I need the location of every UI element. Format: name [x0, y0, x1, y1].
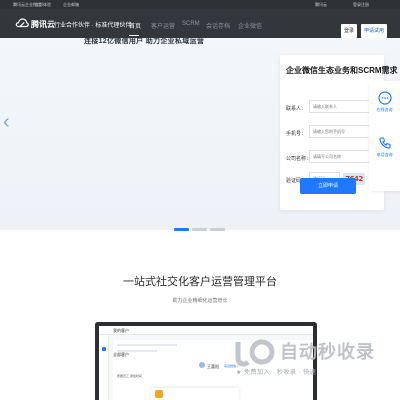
active-nav-indicator: [129, 35, 139, 36]
apply-trial-button[interactable]: 申请试用: [361, 24, 387, 38]
mockup-customer-tag: 来自微信 ✓: [224, 364, 240, 368]
mockup-placeholder-line: [117, 344, 177, 346]
mockup-sidebar-icon: [102, 347, 106, 351]
nav-item-customer-ops[interactable]: 客户运营: [151, 21, 175, 30]
brand-slogan: 行业合作伙伴 · 标准代理伙伴: [54, 23, 132, 29]
section-title: 一站式社交化客户运营管理平台: [123, 276, 277, 288]
topbar-link-2[interactable]: 立即体验: [35, 2, 51, 8]
mockup-avatar: [199, 362, 205, 368]
phone-label: 手机号：: [286, 131, 307, 137]
chat-icon: [377, 91, 392, 105]
captcha-label: 验证码: [286, 178, 302, 184]
hero-carousel: 连接12亿微信用户 助力企业私域运营 ‹ 企业微信生态业务和SCRM需求 联系人…: [0, 38, 400, 230]
mockup-customer-name: 王喜阳: [207, 364, 219, 369]
mockup-header: 我的客户: [99, 326, 313, 335]
top-utility-bar: 腾讯云企业微信 立即体验 企业邮箱 腾讯云 登录注册: [0, 0, 400, 9]
mockup-column-labels: 所属员工 添加时间: [117, 374, 142, 378]
topbar-link-3[interactable]: 企业邮箱: [63, 2, 79, 8]
mockup-floating-card: [151, 388, 239, 400]
section-subtitle: 助力企业精细化运营增长: [172, 298, 228, 304]
phone-consult-label: 电话咨询: [376, 152, 393, 157]
nav-item-home[interactable]: 首页: [129, 21, 141, 30]
carousel-dot-3[interactable]: [210, 228, 225, 231]
nav-item-scrm[interactable]: SCRM: [182, 21, 200, 27]
topbar-link-right-2[interactable]: 登录注册: [353, 2, 369, 8]
mockup-table-heading: 全部客户: [113, 352, 129, 357]
brand-name[interactable]: 腾讯云: [31, 19, 55, 30]
phone-consult-button[interactable]: 电话咨询: [369, 136, 400, 158]
mockup-card-icon: [155, 390, 163, 398]
hero-heading: 连接12亿微信用户 助力企业私域运营: [84, 38, 205, 45]
mockup-sidebar: [99, 335, 109, 400]
mockup-header-label: 我的客户: [113, 328, 129, 333]
floating-contact-panel: 在线咨询 电话咨询: [369, 81, 400, 191]
nav-item-session-archive[interactable]: 会话存档: [206, 21, 230, 30]
company-label: 公司名称：: [286, 156, 312, 162]
online-consult-label: 在线咨询: [376, 107, 393, 112]
phone-icon: [378, 137, 391, 149]
form-title: 企业微信生态业务和SCRM需求: [286, 66, 398, 75]
login-button[interactable]: 登录: [341, 24, 357, 38]
carousel-dot-2[interactable]: [192, 228, 207, 231]
cloud-logo-icon[interactable]: [15, 17, 29, 28]
topbar-link-right-1[interactable]: 腾讯云: [315, 2, 327, 8]
carousel-prev-arrow-icon[interactable]: ‹: [3, 112, 10, 132]
carousel-dot-1[interactable]: [174, 228, 189, 231]
online-consult-button[interactable]: 在线咨询: [369, 91, 400, 113]
main-navbar: 腾讯云 行业合作伙伴 · 标准代理伙伴 首页 客户运营 SCRM 会话存档 企业…: [0, 9, 400, 38]
nav-item-wecom[interactable]: 企业微信: [238, 21, 262, 30]
contact-label: 联系人：: [286, 106, 307, 112]
submit-apply-button[interactable]: 立即申请: [300, 178, 356, 194]
